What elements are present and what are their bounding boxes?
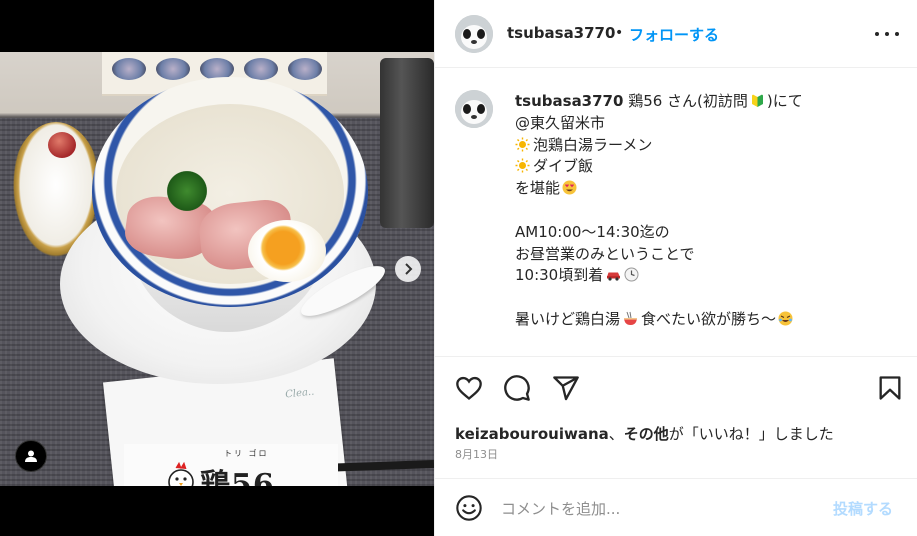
store-logo: 鶏56 <box>200 460 275 486</box>
caption-text: AM10:00～14:30迄の <box>515 222 670 241</box>
caption-text: を堪能 <box>515 179 561 198</box>
more-options-icon[interactable] <box>875 24 899 44</box>
chicken-logo-icon <box>168 462 194 486</box>
likes-joiner: 、 <box>608 425 624 443</box>
smile-icon[interactable] <box>455 494 483 522</box>
soft-boiled-egg <box>248 220 326 282</box>
post-header: tsubasa3770 • フォローする <box>435 0 917 68</box>
rofl-emoji <box>778 311 793 326</box>
napkin-print: Clea.. <box>284 386 315 401</box>
instagram-post-modal: Clea.. トリ ゴロ 鶏56 tsubasa3770 • フォローする ts… <box>0 0 917 536</box>
post-date[interactable]: 8月13日 <box>455 446 498 462</box>
caption-text: ダイブ飯 <box>533 157 594 176</box>
caption-line: お昼営業のみということで <box>515 244 895 266</box>
bookmark-icon[interactable] <box>876 374 904 402</box>
separator-dot: • <box>615 25 624 41</box>
likes-suffix: が「いいね！」しました <box>668 425 834 443</box>
actions-divider <box>435 356 917 357</box>
chevron-right-icon <box>405 263 413 275</box>
clock-emoji <box>624 267 639 282</box>
caption-text: 食べたい欲が勝ち～ <box>641 309 777 328</box>
user-tag-icon <box>25 450 37 462</box>
likes-others-link[interactable]: その他 <box>624 425 669 443</box>
caption-text: お昼営業のみということで <box>515 244 695 263</box>
post-photo[interactable]: Clea.. トリ ゴロ 鶏56 <box>0 52 434 486</box>
comment-divider <box>435 478 917 479</box>
sun-icon <box>515 137 530 152</box>
avatar-image <box>455 90 493 128</box>
send-icon[interactable] <box>552 374 580 402</box>
caption-username[interactable]: tsubasa3770 <box>515 92 623 110</box>
caption-line: AM10:00～14:30迄の <box>515 222 895 244</box>
caption-text: 暑いけど鶏白湯 <box>515 309 621 328</box>
caption-line: 泡鶏白湯ラーメン <box>515 135 895 157</box>
user-tag-button[interactable] <box>15 440 47 472</box>
carousel-next-button[interactable] <box>395 256 421 282</box>
cup <box>380 58 434 228</box>
caption-line: tsubasa3770 鶏56 さん(初訪問 )にて <box>515 91 895 113</box>
caption-line: @東久留米市 <box>515 113 895 135</box>
caption-line: 暑いけど鶏白湯 食べたい欲が勝ち～ <box>515 309 895 331</box>
caption-line: ダイブ飯 <box>515 156 895 178</box>
car-emoji <box>607 272 621 281</box>
caption-line: を堪能 <box>515 178 895 200</box>
garnish-greens <box>162 170 212 212</box>
comment-icon[interactable] <box>503 374 531 402</box>
beginner-mark-icon <box>751 94 763 107</box>
avatar-image <box>455 15 493 53</box>
avatar-icon[interactable] <box>455 15 493 53</box>
post-caption: tsubasa3770 鶏56 さん(初訪問 )にて @東久留米市 泡鶏白湯ラーメ… <box>515 91 895 331</box>
comment-input[interactable] <box>501 496 821 522</box>
location-mention[interactable]: @東久留米市 <box>515 114 605 132</box>
store-logo-text: 鶏56 <box>200 468 275 486</box>
post-side-panel: tsubasa3770 • フォローする tsubasa3770 鶏56 さん(… <box>434 0 917 536</box>
post-media-pane: Clea.. トリ ゴロ 鶏56 <box>0 0 434 536</box>
liker-username[interactable]: keizabourouiwana <box>455 425 609 443</box>
likes-summary: keizabourouiwana、その他が「いいね！」しました <box>455 423 834 444</box>
caption-text: 鶏56 さん(初訪問 <box>623 92 748 110</box>
sun-icon <box>515 158 530 173</box>
header-username[interactable]: tsubasa3770 <box>507 24 615 42</box>
caption-text: 10:30頃到着 <box>515 266 604 285</box>
post-comment-button[interactable]: 投稿する <box>833 498 893 519</box>
store-logo-ruby: トリ ゴロ <box>224 449 269 458</box>
heart-icon[interactable] <box>455 374 483 402</box>
caption-text: 泡鶏白湯ラーメン <box>533 135 653 154</box>
heart-eyes-emoji <box>562 180 577 195</box>
ramen-emoji <box>624 311 638 325</box>
caption-text: )にて <box>766 92 803 110</box>
follow-button[interactable]: フォローする <box>629 24 719 45</box>
umeboshi <box>48 132 76 158</box>
caption-line: 10:30頃到着 <box>515 265 895 287</box>
caption-avatar-icon[interactable] <box>455 90 493 128</box>
